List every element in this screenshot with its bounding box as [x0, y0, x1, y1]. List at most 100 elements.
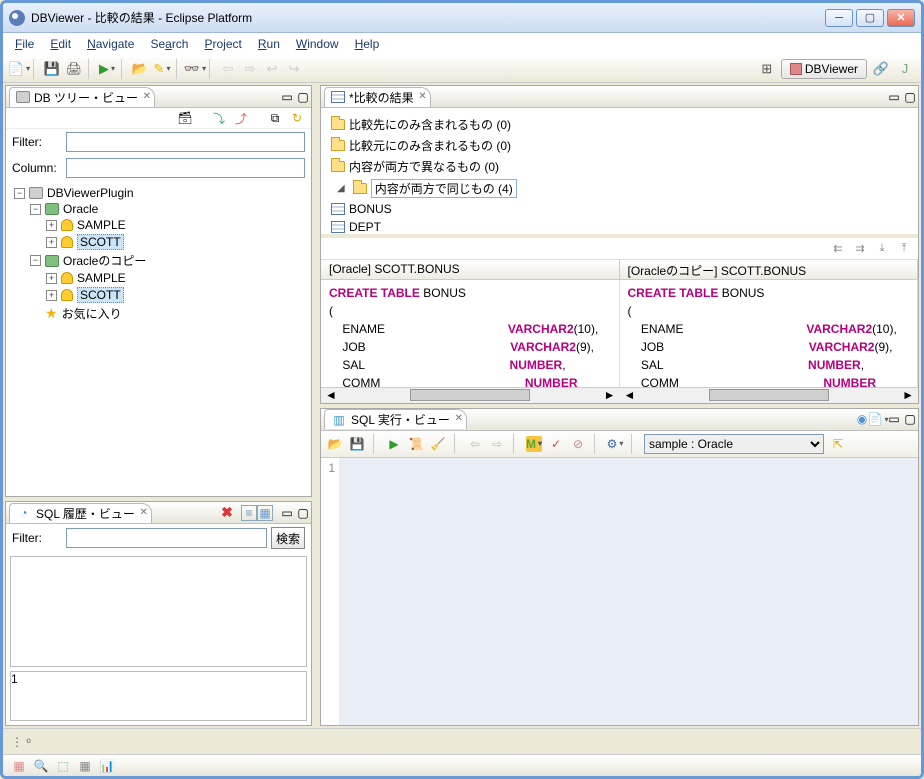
save-icon[interactable]: 💾 [349, 436, 365, 452]
prev-diff-icon[interactable]: ⤒ [896, 240, 912, 256]
filter-input[interactable] [66, 132, 305, 152]
rollback-icon[interactable]: ⊘ [570, 436, 586, 452]
tree-oraclecopy[interactable]: Oracleのコピー [63, 252, 146, 269]
run-button[interactable]: ▶ [97, 59, 117, 79]
cmp-node-only-dst[interactable]: 比較先にのみ含まれるもの (0) [349, 116, 511, 133]
menu-file[interactable]: File [7, 35, 42, 53]
menu-navigate[interactable]: Navigate [79, 35, 142, 53]
export-icon[interactable]: ⤴ [233, 110, 249, 126]
minimize-view-icon[interactable]: ▭ [886, 411, 902, 427]
tree-sample1[interactable]: SAMPLE [77, 218, 126, 232]
tree-scott2[interactable]: SCOTT [77, 287, 124, 303]
tree-scott1[interactable]: SCOTT [77, 234, 124, 250]
persp-icon-2[interactable]: J [895, 59, 915, 79]
tree-sample2[interactable]: SAMPLE [77, 271, 126, 285]
history-list[interactable] [10, 556, 307, 667]
fwd-button[interactable]: ⇨ [240, 59, 260, 79]
close-icon[interactable]: ✕ [143, 91, 151, 102]
close-icon[interactable]: ✕ [418, 91, 426, 102]
menu-search[interactable]: Search [142, 35, 196, 53]
copy-left-icon[interactable]: ⇇ [830, 240, 846, 256]
b-icon-3[interactable]: ⬚ [55, 758, 71, 774]
tree-oracle[interactable]: Oracle [63, 202, 98, 216]
scrollbar-left[interactable]: ◄► [321, 387, 620, 403]
search-button[interactable]: ✎ [152, 59, 172, 79]
m-icon[interactable]: M [526, 436, 542, 452]
link-icon[interactable]: ⇱ [830, 436, 846, 452]
next-diff-icon[interactable]: ⤓ [874, 240, 890, 256]
back-button[interactable]: ⇦ [218, 59, 238, 79]
minimize-button[interactable]: ─ [825, 9, 853, 27]
cmp-leaf-bonus[interactable]: BONUS [349, 202, 392, 216]
tab-sql-history[interactable]: ◔ SQL 履歴・ビュー ✕ [9, 503, 152, 523]
tab-sql-exec[interactable]: ▥ SQL 実行・ビュー ✕ [324, 409, 467, 429]
down-button[interactable]: ↪ [284, 59, 304, 79]
menu-project[interactable]: Project [196, 35, 249, 53]
menu-help[interactable]: Help [347, 35, 388, 53]
open-folder-button[interactable]: 📂 [130, 59, 150, 79]
close-button[interactable]: ✕ [887, 9, 915, 27]
menu-run[interactable]: Run [250, 35, 288, 53]
list-view-icon[interactable]: ≡ [241, 505, 257, 521]
new-sql-icon[interactable]: 📄 [870, 411, 886, 427]
persp-icon-1[interactable]: 🔗 [871, 59, 891, 79]
refresh-icon[interactable]: ↻ [289, 110, 305, 126]
options-icon[interactable]: ⚙ [607, 436, 623, 452]
menu-edit[interactable]: Edit [42, 35, 79, 53]
perspective-dbviewer[interactable]: DBViewer [781, 59, 867, 79]
commit-icon[interactable]: ✓ [548, 436, 564, 452]
grid-view-icon[interactable]: ▦ [257, 505, 273, 521]
prev-icon[interactable]: ⇦ [467, 436, 483, 452]
tab-db-tree[interactable]: DB ツリー・ビュー ✕ [9, 87, 155, 107]
execute-script-icon[interactable]: 📜 [408, 436, 424, 452]
tree-root[interactable]: DBViewerPlugin [47, 186, 134, 200]
history-detail[interactable] [18, 672, 306, 720]
save-button[interactable]: 💾 [42, 59, 62, 79]
maximize-button[interactable]: ▢ [856, 9, 884, 27]
cmp-node-diff[interactable]: 内容が両方で異なるもの (0) [349, 158, 499, 175]
cmp-node-same[interactable]: 内容が両方で同じもの (4) [371, 179, 517, 198]
connection-select[interactable]: sample : Oracle [644, 434, 824, 454]
cmp-leaf-dept[interactable]: DEPT [349, 220, 381, 234]
b-icon-2[interactable]: 🔍 [33, 758, 49, 774]
b-icon-1[interactable]: ▦ [11, 758, 27, 774]
new-db-icon[interactable]: 🗃 [177, 110, 193, 126]
next-icon[interactable]: ⇨ [489, 436, 505, 452]
close-icon[interactable]: ✕ [455, 413, 463, 424]
copy-right-icon[interactable]: ⇉ [852, 240, 868, 256]
compare-right-sql[interactable]: CREATE TABLE BONUS ( ENAME VARCHAR2(10),… [620, 280, 919, 387]
cmp-node-only-src[interactable]: 比較元にのみ含まれるもの (0) [349, 137, 511, 154]
close-icon[interactable]: ✕ [140, 507, 148, 518]
clear-icon[interactable]: 🧹 [430, 436, 446, 452]
execute-icon[interactable]: ▶ [386, 436, 402, 452]
print-button[interactable]: 🖨 [64, 59, 84, 79]
maximize-view-icon[interactable]: ▢ [902, 411, 918, 427]
new-button[interactable]: 📄 [9, 59, 29, 79]
open-icon[interactable]: 📂 [327, 436, 343, 452]
column-input[interactable] [66, 158, 305, 178]
scrollbar-right[interactable]: ◄► [620, 387, 919, 403]
tree-fav[interactable]: お気に入り [62, 305, 122, 322]
nav-config-button[interactable]: 👓 [185, 59, 205, 79]
menu-window[interactable]: Window [288, 35, 347, 53]
sql-editor[interactable]: 1 [321, 458, 918, 726]
delete-icon[interactable]: ✖ [219, 505, 235, 521]
open-perspective-button[interactable]: ⊞ [757, 59, 777, 79]
history-filter-input[interactable] [66, 528, 267, 548]
db-tree[interactable]: −DBViewerPlugin −Oracle +SAMPLE +SCOTT −… [6, 181, 311, 496]
maximize-view-icon[interactable]: ▢ [902, 89, 918, 105]
titlebar[interactable]: DBViewer - 比較の結果 - Eclipse Platform ─ ▢ … [3, 3, 921, 33]
up-button[interactable]: ↩ [262, 59, 282, 79]
maximize-view-icon[interactable]: ▢ [295, 505, 311, 521]
search-button[interactable]: 検索 [271, 527, 305, 549]
b-icon-4[interactable]: ▦ [77, 758, 93, 774]
maximize-view-icon[interactable]: ▢ [295, 89, 311, 105]
compare-left-sql[interactable]: CREATE TABLE BONUS ( ENAME VARCHAR2(10),… [321, 280, 620, 387]
minimize-view-icon[interactable]: ▭ [279, 89, 295, 105]
import-icon[interactable]: ⤵ [211, 110, 227, 126]
minimize-view-icon[interactable]: ▭ [279, 505, 295, 521]
minimize-view-icon[interactable]: ▭ [886, 89, 902, 105]
b-icon-5[interactable]: 📊 [99, 758, 115, 774]
copy-icon[interactable]: ⧉ [267, 110, 283, 126]
compare-tree[interactable]: 比較先にのみ含まれるもの (0) 比較元にのみ含まれるもの (0) 内容が両方で… [321, 108, 918, 238]
